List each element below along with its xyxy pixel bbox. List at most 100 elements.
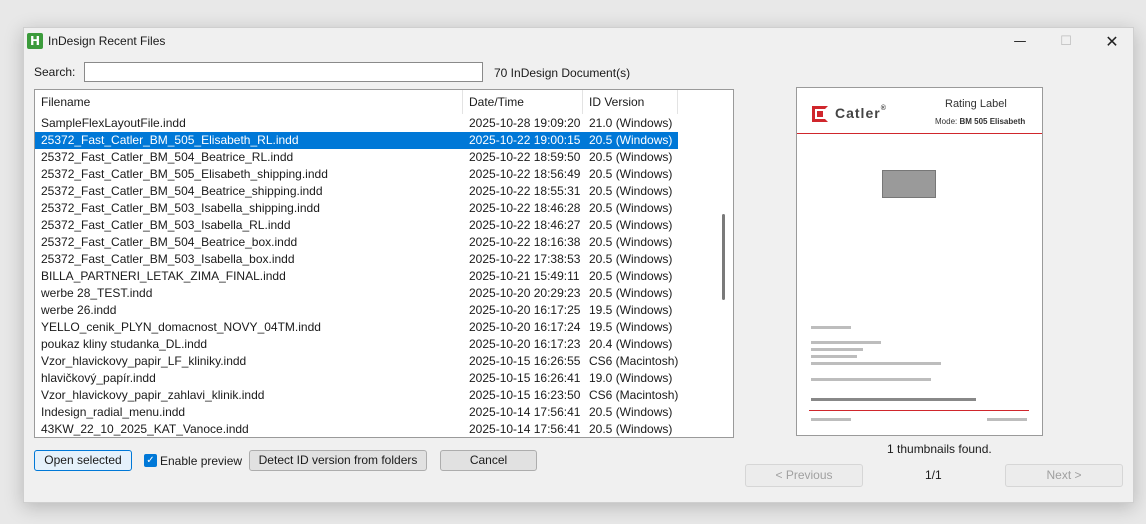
- table-row[interactable]: poukaz kliny studanka_DL.indd 2025-10-20 …: [35, 336, 678, 353]
- recent-files-list[interactable]: Filename Date/Time ID Version SampleFlex…: [34, 89, 734, 438]
- datetime-cell: 2025-10-22 18:59:50: [469, 150, 581, 164]
- table-row[interactable]: Indesign_radial_menu.indd 2025-10-14 17:5…: [35, 404, 678, 421]
- table-row[interactable]: 43KW_22_10_2025_KAT_Vanoce.indd 2025-10-1…: [35, 421, 678, 437]
- open-selected-button[interactable]: Open selected: [34, 450, 132, 471]
- catler-logo-icon: [812, 106, 828, 122]
- id-version-cell: 20.5 (Windows): [589, 184, 673, 198]
- window-title: InDesign Recent Files: [48, 34, 166, 48]
- table-row[interactable]: hlavičkový_papír.indd 2025-10-15 16:26:41…: [35, 370, 678, 387]
- id-version-cell: 20.5 (Windows): [589, 133, 673, 147]
- id-version-cell: 20.5 (Windows): [589, 405, 673, 419]
- datetime-cell: 2025-10-28 19:09:20: [469, 116, 581, 130]
- id-version-cell: 20.5 (Windows): [589, 150, 673, 164]
- datetime-cell: 2025-10-22 19:00:15: [469, 133, 581, 147]
- table-row[interactable]: Vzor_hlavickovy_papir_LF_kliniky.indd 202…: [35, 353, 678, 370]
- table-row[interactable]: 25372_Fast_Catler_BM_503_Isabella_box.in…: [35, 251, 678, 268]
- id-version-cell: 20.5 (Windows): [589, 286, 673, 300]
- thumbnail-fine-text: [811, 326, 851, 329]
- thumbnail-count: 1 thumbnails found.: [887, 442, 992, 456]
- list-header: Filename Date/Time ID Version: [35, 90, 733, 114]
- id-version-cell: 21.0 (Windows): [589, 116, 673, 130]
- table-row[interactable]: SampleFlexLayoutFile.indd 2025-10-28 19:0…: [35, 115, 678, 132]
- enable-preview-label[interactable]: Enable preview: [160, 454, 242, 468]
- id-version-cell: 20.5 (Windows): [589, 201, 673, 215]
- filename-cell: Indesign_radial_menu.indd: [41, 405, 186, 419]
- vertical-scrollbar[interactable]: [722, 214, 725, 300]
- previous-button[interactable]: < Previous: [745, 464, 863, 487]
- filename-cell: 25372_Fast_Catler_BM_505_Elisabeth_shipp…: [41, 167, 328, 181]
- file-rows: SampleFlexLayoutFile.indd 2025-10-28 19:0…: [35, 115, 678, 437]
- close-button[interactable]: ✕: [1089, 28, 1135, 55]
- filename-cell: hlavičkový_papír.indd: [41, 371, 156, 385]
- id-version-cell: 19.5 (Windows): [589, 320, 673, 334]
- thumbnail-fine-text: [811, 341, 881, 344]
- thumbnail-fine-text: [811, 362, 941, 365]
- id-version-cell: 20.5 (Windows): [589, 235, 673, 249]
- detect-id-version-button[interactable]: Detect ID version from folders: [249, 450, 427, 471]
- filename-cell: 25372_Fast_Catler_BM_504_Beatrice_box.in…: [41, 235, 298, 249]
- table-row[interactable]: 25372_Fast_Catler_BM_504_Beatrice_RL.ind…: [35, 149, 678, 166]
- table-row[interactable]: YELLO_cenik_PLYN_domacnost_NOVY_04TM.ind…: [35, 319, 678, 336]
- datetime-cell: 2025-10-22 17:38:53: [469, 252, 581, 266]
- column-header-filename[interactable]: Filename: [35, 90, 463, 114]
- datetime-cell: 2025-10-20 16:17:24: [469, 320, 581, 334]
- filename-cell: BILLA_PARTNERI_LETAK_ZIMA_FINAL.indd: [41, 269, 286, 283]
- search-label: Search:: [34, 65, 76, 79]
- table-row[interactable]: 25372_Fast_Catler_BM_503_Isabella_shippi…: [35, 200, 678, 217]
- thumbnail-divider: [797, 133, 1042, 134]
- id-version-cell: CS6 (Macintosh): [589, 388, 678, 402]
- document-count: 70 InDesign Document(s): [494, 66, 631, 80]
- filename-cell: Vzor_hlavickovy_papir_LF_kliniky.indd: [41, 354, 247, 368]
- catler-logo-text: Catler®: [835, 105, 887, 121]
- datetime-cell: 2025-10-20 20:29:23: [469, 286, 581, 300]
- filename-cell: 25372_Fast_Catler_BM_503_Isabella_box.in…: [41, 252, 295, 266]
- table-row[interactable]: 25372_Fast_Catler_BM_504_Beatrice_box.in…: [35, 234, 678, 251]
- datetime-cell: 2025-10-22 18:55:31: [469, 184, 581, 198]
- filename-cell: 25372_Fast_Catler_BM_504_Beatrice_RL.ind…: [41, 150, 294, 164]
- filename-cell: 25372_Fast_Catler_BM_505_Elisabeth_RL.in…: [41, 133, 299, 147]
- app-icon: H: [27, 33, 43, 49]
- datetime-cell: 2025-10-22 18:56:49: [469, 167, 581, 181]
- id-version-cell: 20.5 (Windows): [589, 422, 673, 436]
- thumbnail-doc-mode: Mode: BM 505 Elisabeth: [935, 117, 1026, 126]
- thumbnail-fine-text: [987, 418, 1027, 421]
- filename-cell: 25372_Fast_Catler_BM_503_Isabella_shippi…: [41, 201, 320, 215]
- column-header-id-version[interactable]: ID Version: [583, 90, 678, 114]
- id-version-cell: 20.4 (Windows): [589, 337, 673, 351]
- table-row[interactable]: 25372_Fast_Catler_BM_505_Elisabeth_shipp…: [35, 166, 678, 183]
- datetime-cell: 2025-10-21 15:49:11: [469, 269, 580, 283]
- datetime-cell: 2025-10-14 17:56:41: [469, 405, 581, 419]
- thumbnail-preview: Catler® Rating Label Mode: BM 505 Elisab…: [796, 87, 1043, 436]
- thumbnail-fine-text: [811, 418, 851, 421]
- table-row[interactable]: 25372_Fast_Catler_BM_503_Isabella_RL.ind…: [35, 217, 678, 234]
- id-version-cell: CS6 (Macintosh): [589, 354, 678, 368]
- column-header-datetime[interactable]: Date/Time: [463, 90, 583, 114]
- table-row[interactable]: BILLA_PARTNERI_LETAK_ZIMA_FINAL.indd 2025…: [35, 268, 678, 285]
- id-version-cell: 19.0 (Windows): [589, 371, 673, 385]
- cancel-button[interactable]: Cancel: [440, 450, 537, 471]
- search-input[interactable]: [84, 62, 483, 82]
- enable-preview-checkbox[interactable]: ✓: [144, 454, 157, 467]
- filename-cell: 43KW_22_10_2025_KAT_Vanoce.indd: [41, 422, 249, 436]
- table-row[interactable]: 25372_Fast_Catler_BM_504_Beatrice_shippi…: [35, 183, 678, 200]
- thumbnail-bottom-divider: [809, 410, 1029, 411]
- maximize-button[interactable]: ☐: [1043, 28, 1089, 55]
- id-version-cell: 20.5 (Windows): [589, 218, 673, 232]
- rating-plate-image: [882, 170, 936, 198]
- id-version-cell: 20.5 (Windows): [589, 269, 673, 283]
- datetime-cell: 2025-10-20 16:17:25: [469, 303, 581, 317]
- id-version-cell: 20.5 (Windows): [589, 252, 673, 266]
- filename-cell: SampleFlexLayoutFile.indd: [41, 116, 186, 130]
- datetime-cell: 2025-10-15 16:23:50: [469, 388, 581, 402]
- title-bar: H InDesign Recent Files — ☐ ✕: [24, 28, 1133, 55]
- table-row[interactable]: Vzor_hlavickovy_papir_zahlavi_klinik.ind…: [35, 387, 678, 404]
- table-row[interactable]: 25372_Fast_Catler_BM_505_Elisabeth_RL.in…: [35, 132, 678, 149]
- filename-cell: poukaz kliny studanka_DL.indd: [41, 337, 208, 351]
- table-row[interactable]: werbe 28_TEST.indd 2025-10-20 20:29:23 20.…: [35, 285, 678, 302]
- datetime-cell: 2025-10-15 16:26:41: [469, 371, 581, 385]
- table-row[interactable]: werbe 26.indd 2025-10-20 16:17:25 19.5 (Wi…: [35, 302, 678, 319]
- datetime-cell: 2025-10-22 18:46:27: [469, 218, 581, 232]
- minimize-button[interactable]: —: [997, 28, 1043, 55]
- page-indicator: 1/1: [925, 468, 942, 482]
- next-button[interactable]: Next >: [1005, 464, 1123, 487]
